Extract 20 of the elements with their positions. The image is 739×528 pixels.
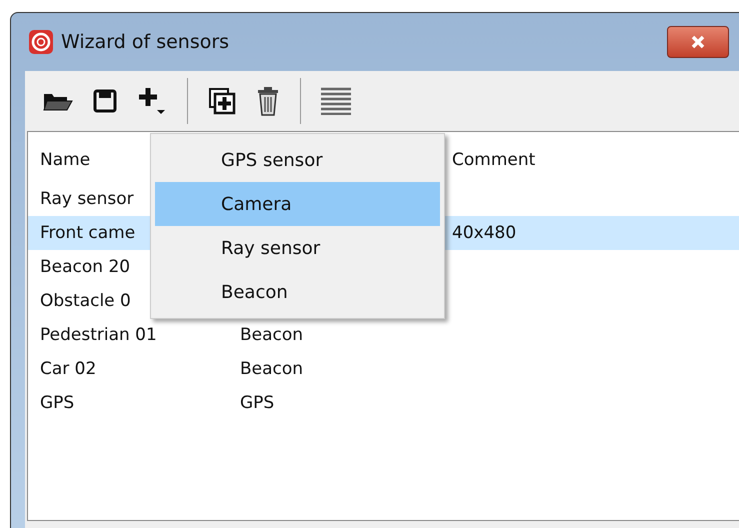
name-cell: Ray sensor bbox=[40, 189, 134, 209]
name-cell: Front came bbox=[40, 223, 136, 243]
name-cell: Pedestrian 01 bbox=[40, 325, 157, 345]
close-button[interactable] bbox=[667, 26, 729, 58]
name-cell: Beacon 20 bbox=[40, 257, 130, 277]
name-cell: Car 02 bbox=[40, 359, 96, 379]
menu-item[interactable]: Beacon bbox=[155, 270, 440, 314]
menu-item[interactable]: Camera bbox=[155, 182, 440, 226]
name-cell: GPS bbox=[40, 393, 74, 413]
window-title: Wizard of sensors bbox=[61, 31, 230, 53]
column-header[interactable]: Comment bbox=[452, 150, 536, 170]
type-cell: Beacon bbox=[240, 359, 304, 379]
menu-item[interactable]: Ray sensor bbox=[155, 226, 440, 270]
comment-cell: 40x480 bbox=[452, 223, 516, 243]
close-icon bbox=[690, 35, 706, 49]
menu-item[interactable]: GPS sensor bbox=[155, 138, 440, 182]
name-cell: Obstacle 0 bbox=[40, 291, 131, 311]
type-cell: GPS bbox=[240, 393, 274, 413]
type-cell: Beacon bbox=[240, 325, 304, 345]
target-icon bbox=[29, 30, 53, 54]
